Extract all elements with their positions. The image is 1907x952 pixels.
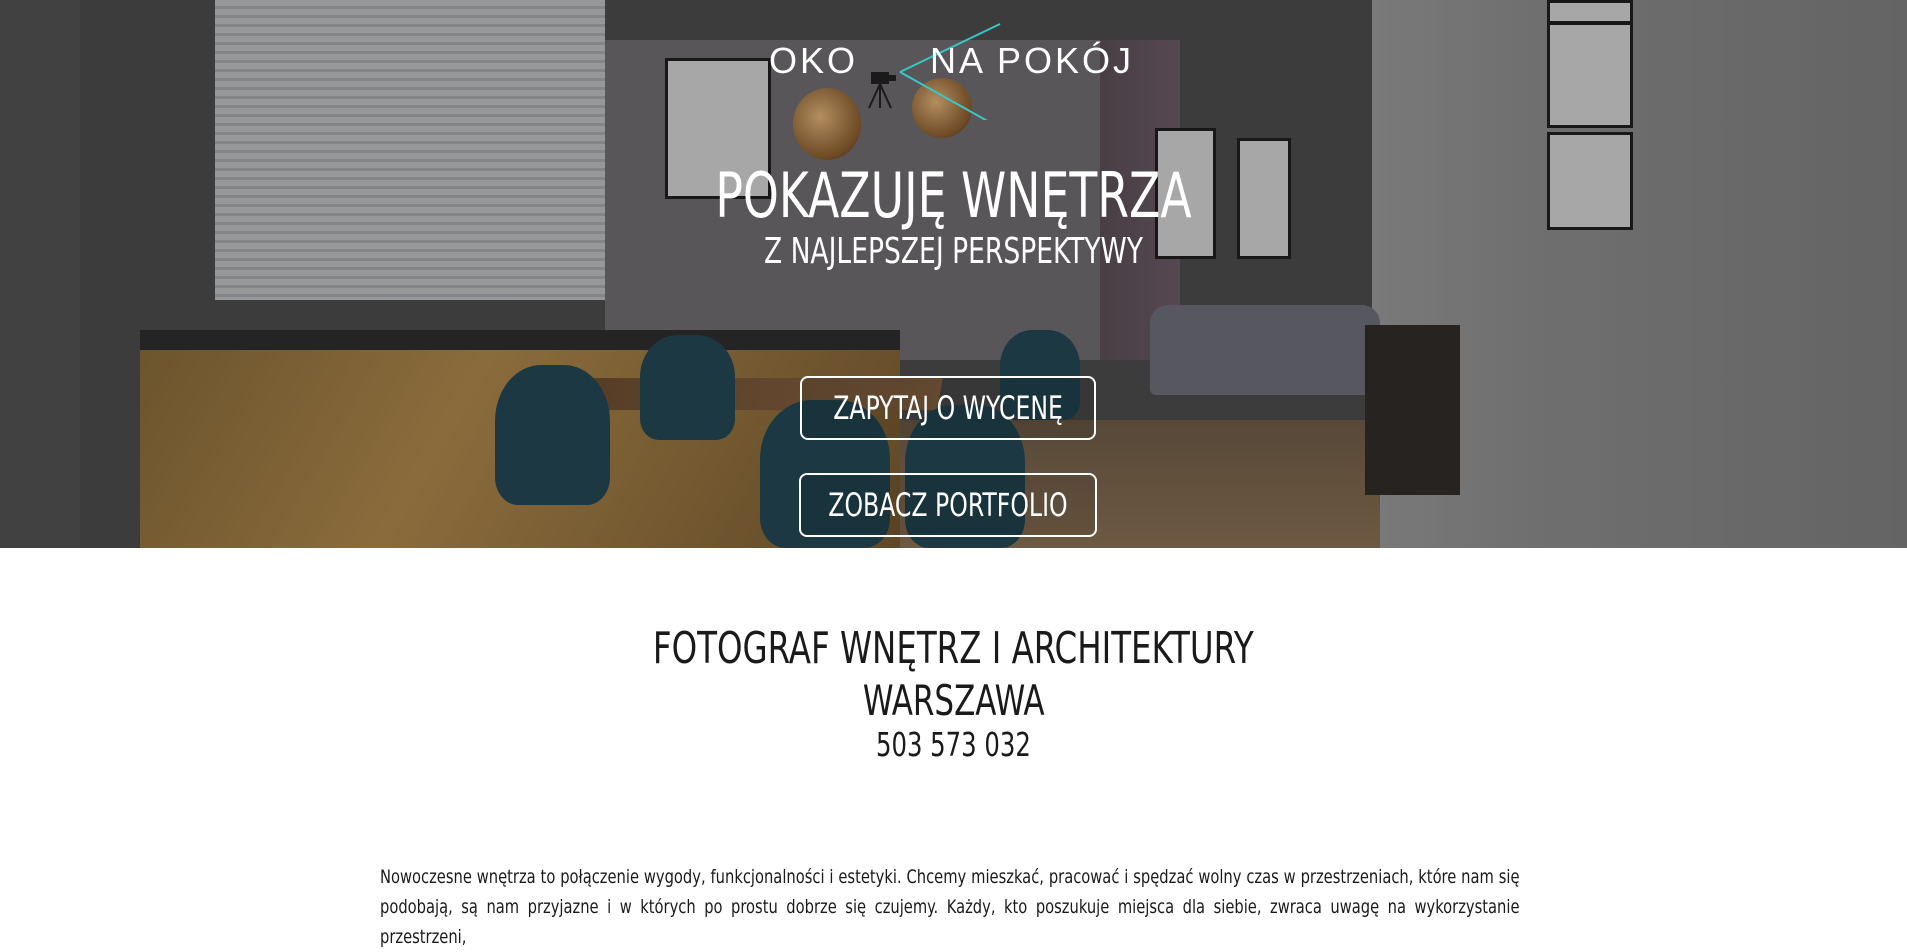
city-label-text: WARSZAWA	[862, 676, 1045, 725]
section-heading-text: FOTOGRAF WNĘTRZ I ARCHITEKTURY	[653, 623, 1254, 674]
logo-text-right: NA POKÓJ	[930, 40, 1135, 81]
section-heading: FOTOGRAF WNĘTRZ I ARCHITEKTURY	[0, 624, 1907, 674]
camera-on-tripod-icon	[868, 72, 896, 109]
logo-text-left: OKO	[769, 40, 859, 81]
phone-number[interactable]: 503 573 032	[0, 723, 1907, 767]
portfolio-button[interactable]: ZOBACZ PORTFOLIO	[799, 473, 1097, 537]
quote-request-button-label: ZAPYTAJ O WYCENĘ	[833, 389, 1063, 427]
site-logo[interactable]: OKO NA POKÓJ	[765, 20, 1145, 120]
phone-number-text: 503 573 032	[876, 725, 1031, 764]
city-label: WARSZAWA	[0, 676, 1907, 726]
quote-request-button[interactable]: ZAPYTAJ O WYCENĘ	[800, 376, 1096, 440]
portfolio-button-label: ZOBACZ PORTFOLIO	[828, 486, 1068, 524]
intro-text: Nowoczesne wnętrza to połączenie wygody,…	[380, 866, 1520, 948]
hero-subtitle: Z NAJLEPSZEJ PERSPEKTYWY	[763, 231, 1144, 272]
hero-title: POKAZUJĘ WNĘTRZA	[715, 159, 1192, 232]
hero-banner: OKO NA POKÓJ POKAZUJĘ WNĘTRZA Z NAJLEPSZ…	[0, 0, 1907, 548]
intro-paragraph: Nowoczesne wnętrza to połączenie wygody,…	[380, 862, 1520, 952]
